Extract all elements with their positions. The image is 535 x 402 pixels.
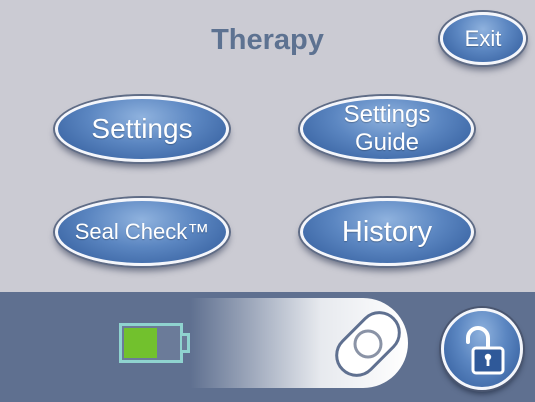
exit-button[interactable]: Exit — [440, 12, 526, 65]
battery-tip — [182, 333, 190, 353]
seal-check-button-label: Seal Check™ — [74, 219, 210, 244]
screen-lock-button[interactable] — [441, 308, 523, 390]
unlocked-padlock-icon — [466, 326, 505, 375]
settings-guide-button[interactable]: Settings Guide — [300, 96, 474, 162]
settings-guide-line2: Guide — [354, 129, 420, 156]
history-button[interactable]: History — [300, 198, 474, 266]
settings-button-label: Settings — [91, 113, 193, 144]
settings-guide-line1: Settings — [343, 101, 431, 128]
battery-icon — [119, 323, 183, 363]
history-button-label: History — [341, 215, 433, 248]
exit-button-label: Exit — [464, 25, 502, 51]
settings-guide-label: Settings Guide — [344, 101, 431, 157]
battery-level-fill — [124, 328, 157, 358]
mask-ring-icon — [335, 311, 401, 377]
status-bar — [0, 292, 535, 402]
slider-knob[interactable] — [326, 302, 410, 386]
settings-button[interactable]: Settings — [55, 96, 229, 162]
seal-check-button[interactable]: Seal Check™ — [55, 198, 229, 266]
